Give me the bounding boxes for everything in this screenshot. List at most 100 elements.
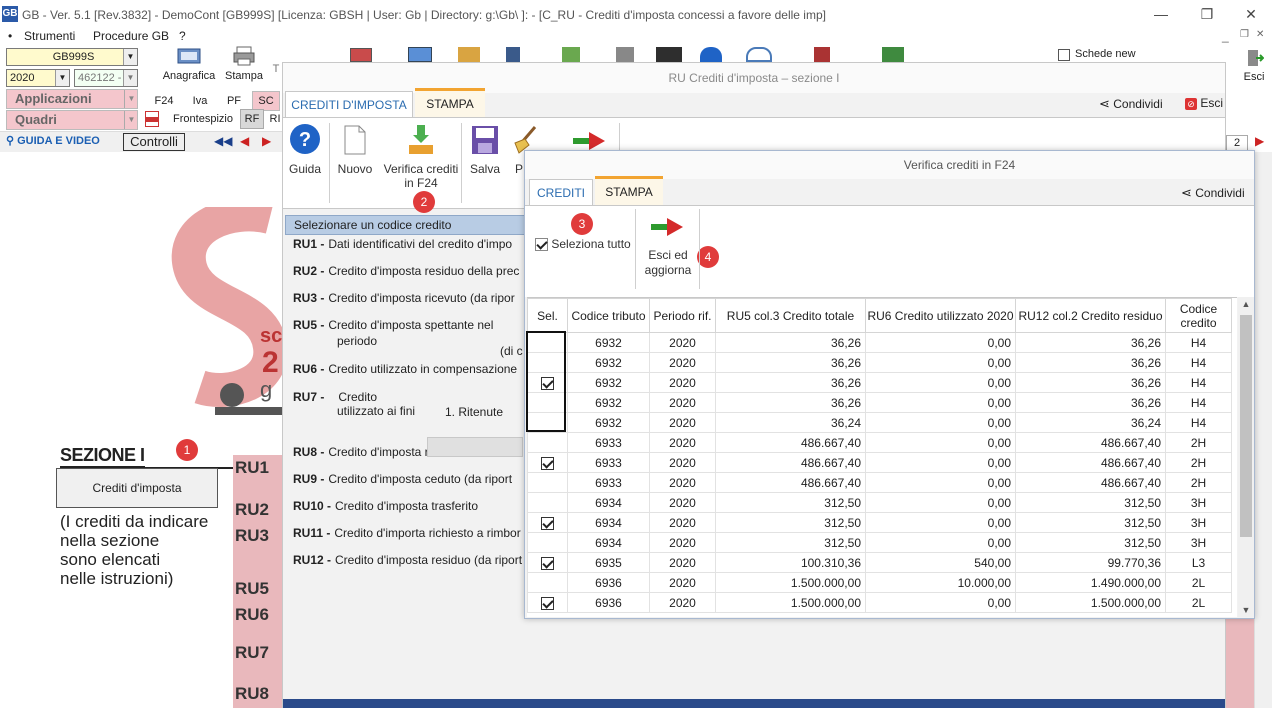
column-header[interactable]: Codice tributo: [567, 298, 650, 333]
year-combo[interactable]: 2020 ▼: [6, 69, 70, 87]
menu-strumenti[interactable]: Strumenti: [24, 29, 75, 43]
checkbox-checked-icon[interactable]: [541, 516, 554, 530]
esci-button[interactable]: ⊘ Esci: [1185, 96, 1223, 110]
table-row[interactable]: 6932 2020 36,26 0,00 36,26 H4: [527, 332, 1232, 353]
applicazioni-bar[interactable]: Applicazioni: [6, 89, 138, 109]
row-select-cell[interactable]: [527, 512, 568, 533]
guida-video-link[interactable]: ⚲ GUIDA E VIDEO: [6, 134, 100, 147]
scroll-up-icon[interactable]: ▲: [1238, 297, 1254, 311]
mdi-restore-icon[interactable]: ❐: [1240, 29, 1249, 40]
chevron-down-icon[interactable]: ▼: [124, 90, 138, 108]
toolbar-icon[interactable]: [350, 48, 372, 62]
row-select-cell[interactable]: [527, 572, 568, 593]
row-select-cell[interactable]: [527, 472, 568, 493]
monitor-icon[interactable]: [408, 47, 432, 62]
download-icon[interactable]: [562, 47, 580, 62]
tab-pf[interactable]: PF: [222, 92, 246, 110]
code-list-item[interactable]: RU10 - Credito d'imposta trasferito: [293, 499, 525, 513]
prev-page-icon[interactable]: ◀: [240, 134, 249, 148]
table-row[interactable]: 6932 2020 36,26 0,00 36,26 H4: [527, 352, 1232, 373]
column-header[interactable]: RU12 col.2 Credito residuo: [1015, 298, 1166, 333]
table-row[interactable]: 6933 2020 486.667,40 0,00 486.667,40 2H: [527, 472, 1232, 493]
main-scrollbar[interactable]: [1254, 152, 1272, 708]
table-row[interactable]: 6934 2020 312,50 0,00 312,50 3H: [527, 492, 1232, 513]
column-header[interactable]: RU6 Credito utilizzato 2020: [865, 298, 1016, 333]
checkbox-checked-icon[interactable]: [541, 456, 554, 470]
ritenute-field[interactable]: [427, 437, 523, 457]
next-page-icon[interactable]: ▶: [262, 134, 271, 148]
row-select-cell[interactable]: [527, 432, 568, 453]
checkbox-checked-icon[interactable]: [541, 556, 554, 570]
salva-button[interactable]: Salva: [467, 125, 503, 176]
menu-help[interactable]: ?: [179, 29, 186, 43]
row-select-cell[interactable]: [527, 592, 568, 613]
code-list-item[interactable]: RU9 - Credito d'imposta ceduto (da riport: [293, 472, 525, 486]
mdi-minimize-icon[interactable]: _: [1222, 29, 1229, 43]
minimize-button[interactable]: —: [1138, 0, 1184, 30]
t-label[interactable]: T: [270, 62, 282, 76]
column-header[interactable]: Periodo rif.: [649, 298, 716, 333]
maximize-button[interactable]: ❐: [1184, 0, 1230, 30]
pdf-icon[interactable]: [145, 111, 159, 127]
table-row[interactable]: 6936 2020 1.500.000,00 0,00 1.500.000,00 2L: [527, 592, 1232, 613]
tools-icon[interactable]: [616, 47, 634, 62]
code-list-item[interactable]: RU6 - Credito utilizzato in compensazione: [293, 362, 525, 376]
chevron-down-icon[interactable]: ▼: [124, 111, 138, 129]
code-list-item[interactable]: RU11 - Credito d'importa richiesto a rimb…: [293, 526, 525, 540]
row-select-cell[interactable]: [527, 532, 568, 553]
seleziona-tutto-checkbox[interactable]: Seleziona tutto: [535, 237, 631, 252]
close-button[interactable]: ✕: [1228, 0, 1272, 30]
tab-f24[interactable]: F24: [150, 92, 178, 110]
users-icon[interactable]: [458, 47, 480, 62]
table-row[interactable]: 6934 2020 312,50 0,00 312,50 3H: [527, 532, 1232, 553]
next-page-right-icon[interactable]: ▶: [1255, 134, 1264, 148]
cloud-icon[interactable]: [746, 47, 772, 62]
scroll-down-icon[interactable]: ▼: [1238, 605, 1254, 615]
tab-crediti[interactable]: CREDITI: [529, 179, 593, 205]
verifica-f24-button[interactable]: Verifica crediti in F24: [383, 125, 459, 190]
checkbox-checked-icon[interactable]: [541, 596, 554, 610]
column-header[interactable]: Sel.: [527, 298, 568, 333]
document-icon[interactable]: [506, 47, 520, 62]
terminal-icon[interactable]: [656, 47, 682, 62]
tab-stampa[interactable]: STAMPA: [595, 176, 663, 205]
nuovo-button[interactable]: Nuovo: [335, 125, 375, 176]
tab-ri[interactable]: RI: [268, 110, 282, 128]
page-field[interactable]: 2: [1226, 135, 1248, 151]
table-row[interactable]: 6933 2020 486.667,40 0,00 486.667,40 2H: [527, 432, 1232, 453]
table-row[interactable]: 6933 2020 486.667,40 0,00 486.667,40 2H: [527, 452, 1232, 473]
company-combo[interactable]: GB999S ▼: [6, 48, 138, 66]
quadri-bar[interactable]: Quadri: [6, 110, 138, 130]
code-list-item[interactable]: RU7 - Credito: [293, 390, 525, 404]
code-list-item[interactable]: RU5 - Credito d'imposta spettante nel: [293, 318, 525, 332]
table-row[interactable]: 6932 2020 36,24 0,00 36,24 H4: [527, 412, 1232, 433]
menu-procedure-gb[interactable]: Procedure GB: [93, 29, 169, 43]
code-list-item[interactable]: RU1 - Dati identificativi del credito d'i…: [293, 237, 525, 251]
table-row[interactable]: 6936 2020 1.500.000,00 10.000,00 1.490.000,0…: [527, 572, 1232, 593]
grid-scrollbar[interactable]: ▲ ▼: [1238, 297, 1254, 617]
tab-iva[interactable]: Iva: [186, 92, 214, 110]
code-combo[interactable]: 462122 - ▼: [74, 69, 138, 87]
controlli-button[interactable]: Controlli: [123, 133, 185, 151]
tab-frontespizio[interactable]: Frontespizio: [170, 110, 236, 128]
condividi-button[interactable]: ⋖ Condividi: [1099, 96, 1163, 112]
row-select-cell[interactable]: [527, 452, 568, 473]
schede-new-checkbox[interactable]: [1058, 49, 1070, 61]
code-list-item[interactable]: RU3 - Credito d'imposta ricevuto (da ripo…: [293, 291, 525, 305]
table-row[interactable]: 6934 2020 312,50 0,00 312,50 3H: [527, 512, 1232, 533]
exit-app-button[interactable]: Esci: [1240, 48, 1268, 84]
tab-rf[interactable]: RF: [240, 109, 264, 129]
code-list-item[interactable]: RU2 - Credito d'imposta residuo della pre…: [293, 264, 525, 278]
row-select-cell[interactable]: [527, 492, 568, 513]
column-header[interactable]: RU5 col.3 Credito totale: [715, 298, 866, 333]
shield-icon[interactable]: [814, 47, 830, 62]
stampa-button[interactable]: Stampa: [222, 46, 266, 84]
scroll-thumb[interactable]: [1240, 315, 1252, 537]
first-page-icon[interactable]: ◀◀: [214, 134, 232, 148]
table-row[interactable]: 6932 2020 36,26 0,00 36,26 H4: [527, 392, 1232, 413]
help-icon[interactable]: [700, 47, 722, 62]
row-select-cell[interactable]: [527, 552, 568, 573]
tab-crediti-imposta[interactable]: CREDITI D'IMPOSTA: [285, 91, 413, 117]
tab-stampa[interactable]: STAMPA: [415, 88, 485, 117]
column-header[interactable]: Codice credito: [1165, 298, 1232, 333]
